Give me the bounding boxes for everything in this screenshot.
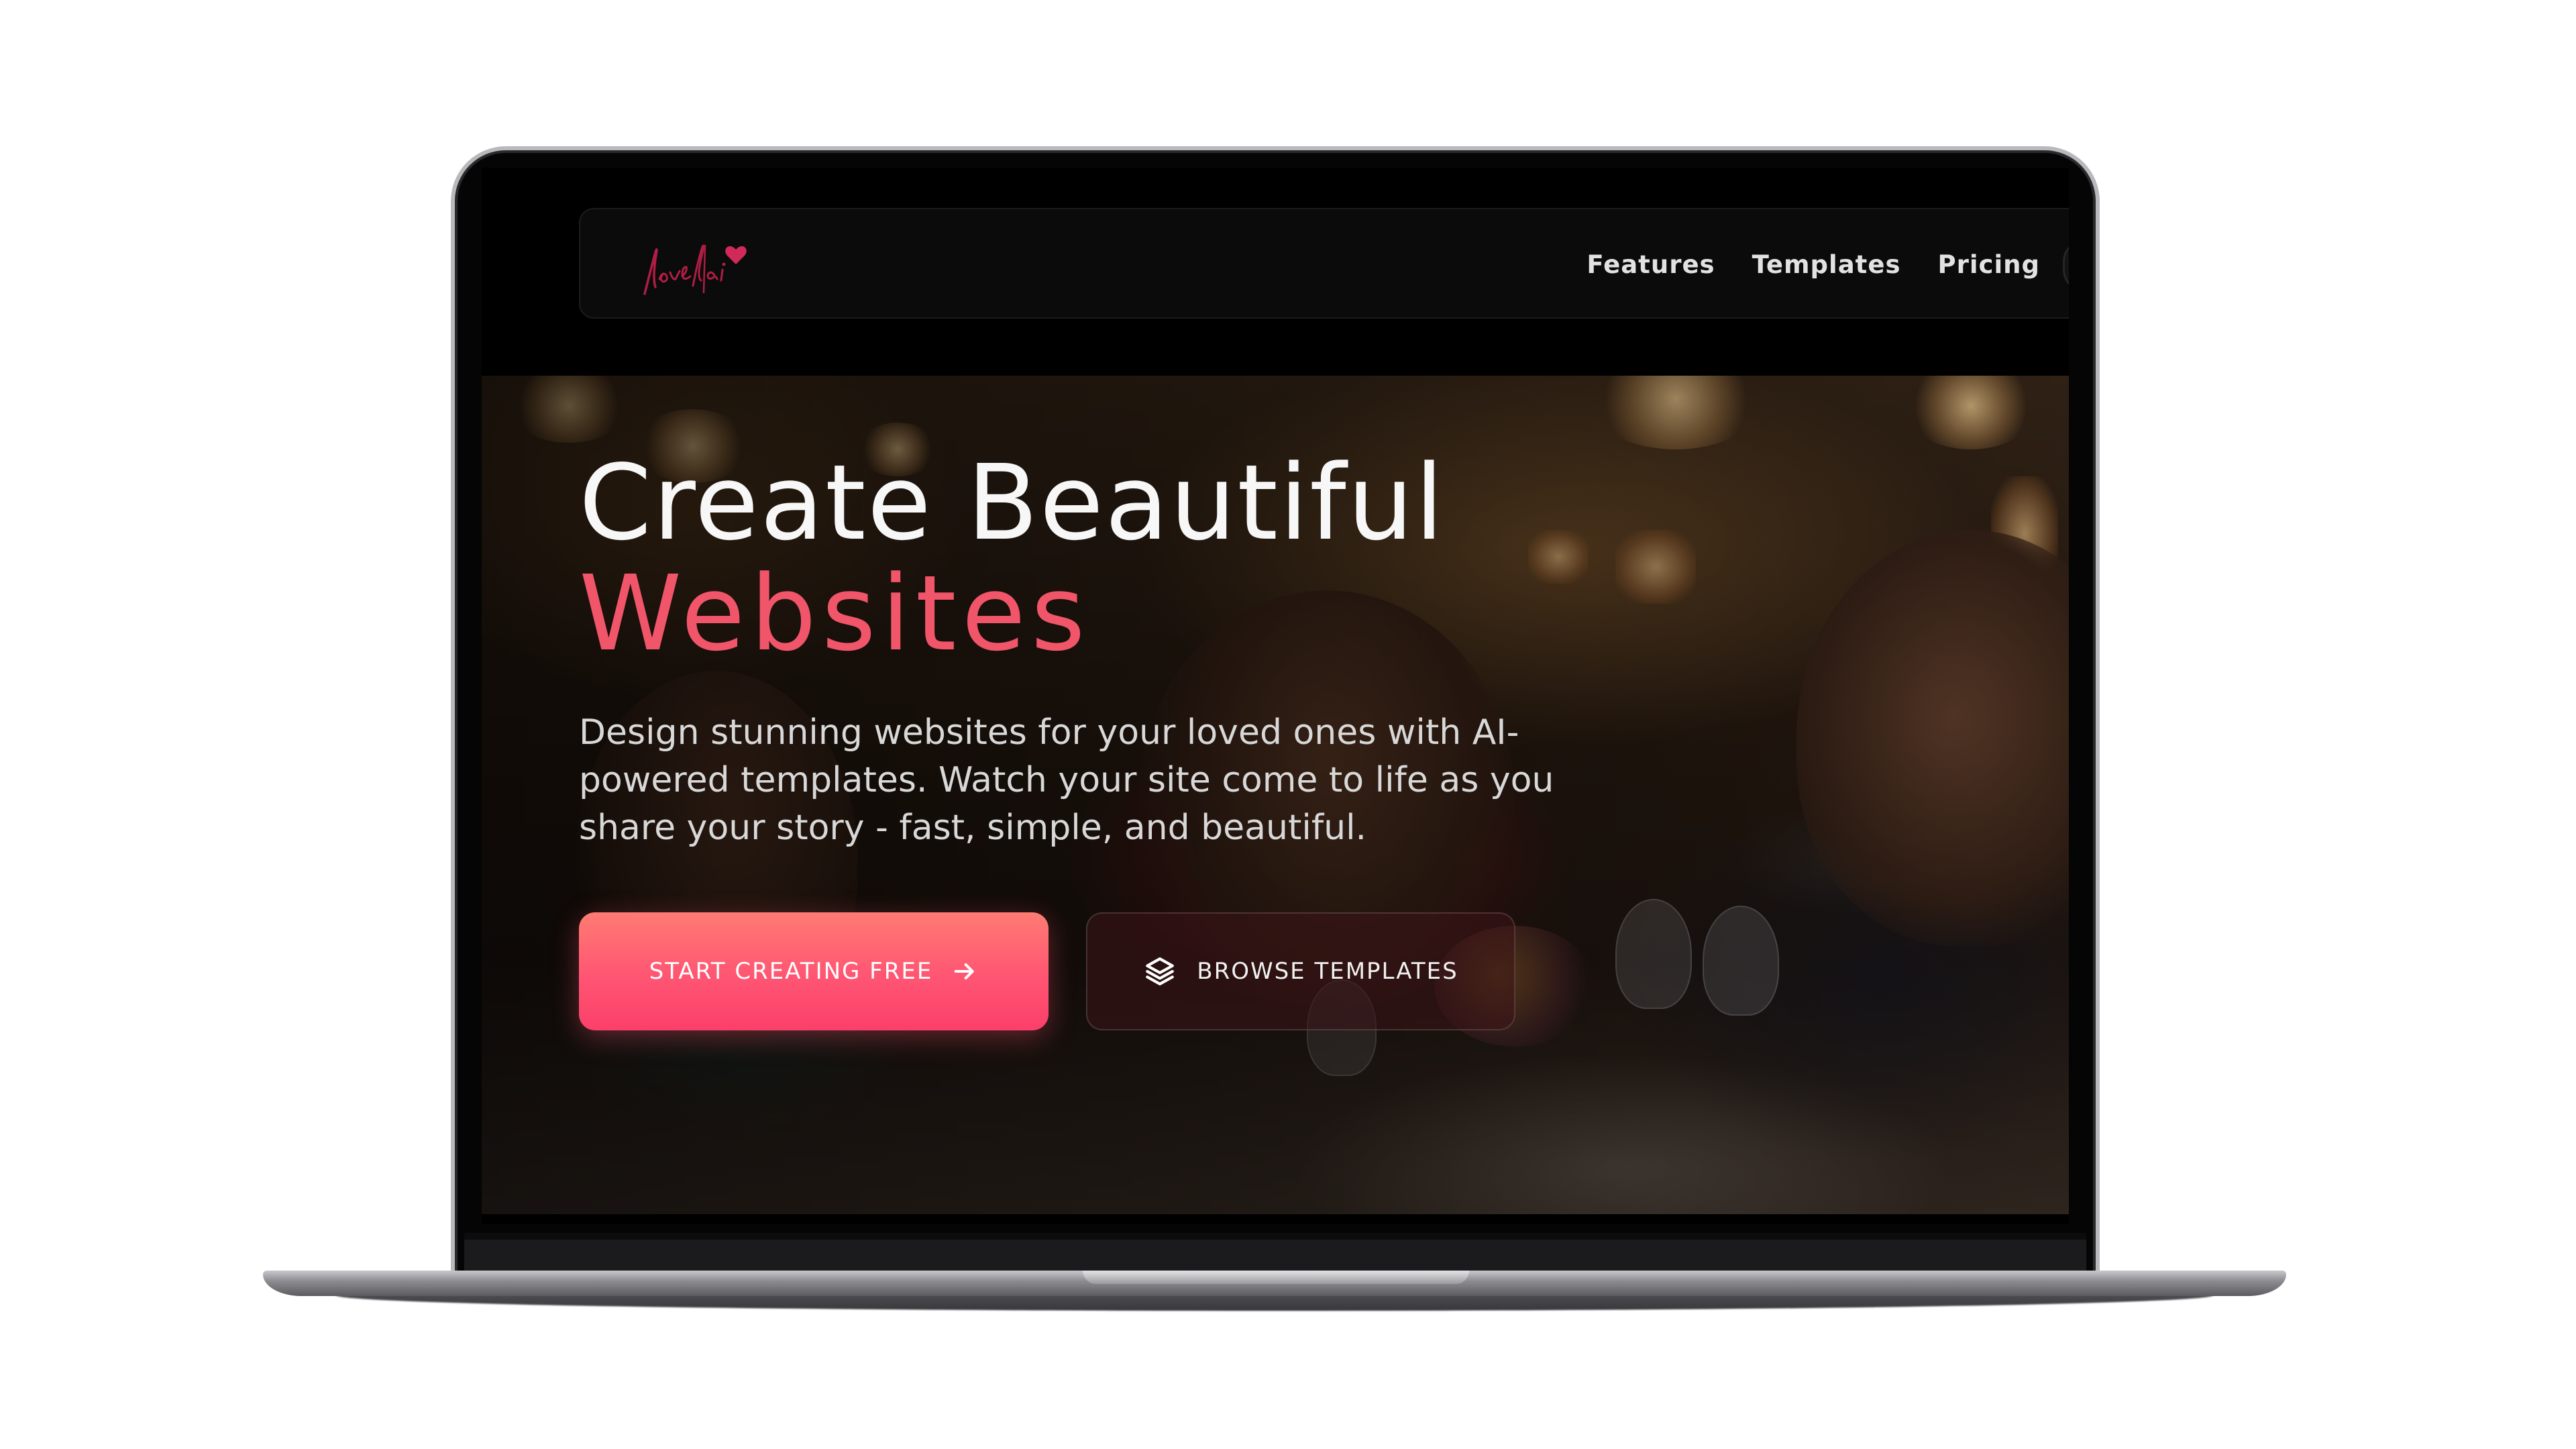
nav-link-features[interactable]: Features <box>1587 250 1715 279</box>
browse-templates-button[interactable]: BROWSE TEMPLATES <box>1086 912 1515 1030</box>
brand-logo[interactable] <box>635 232 756 299</box>
laptop-screen: Features Templates Pricing Create Beauti… <box>482 168 2069 1224</box>
nav-links: Features Templates Pricing <box>1587 209 2040 320</box>
device-mockup: Features Templates Pricing Create Beauti… <box>0 0 2576 1449</box>
layers-icon <box>1143 955 1177 988</box>
arrow-right-icon <box>951 958 978 985</box>
hero-title-highlight: Websites <box>579 553 1091 674</box>
nav-menu-button[interactable] <box>2063 239 2069 292</box>
browse-templates-label: BROWSE TEMPLATES <box>1197 958 1458 985</box>
logo-script-icon <box>643 244 747 295</box>
start-creating-label: START CREATING FREE <box>649 958 933 985</box>
nav-link-pricing[interactable]: Pricing <box>1938 250 2041 279</box>
start-creating-button[interactable]: START CREATING FREE <box>579 912 1049 1030</box>
hero-section: Create Beautiful Websites Design stunnin… <box>482 376 2069 1214</box>
hero-subtitle: Design stunning websites for your loved … <box>579 712 1554 848</box>
nav-link-templates[interactable]: Templates <box>1752 250 1901 279</box>
laptop-opening-notch <box>1083 1271 1469 1284</box>
hero-title: Create Beautiful <box>579 442 1445 564</box>
navbar: Features Templates Pricing <box>579 208 2069 319</box>
